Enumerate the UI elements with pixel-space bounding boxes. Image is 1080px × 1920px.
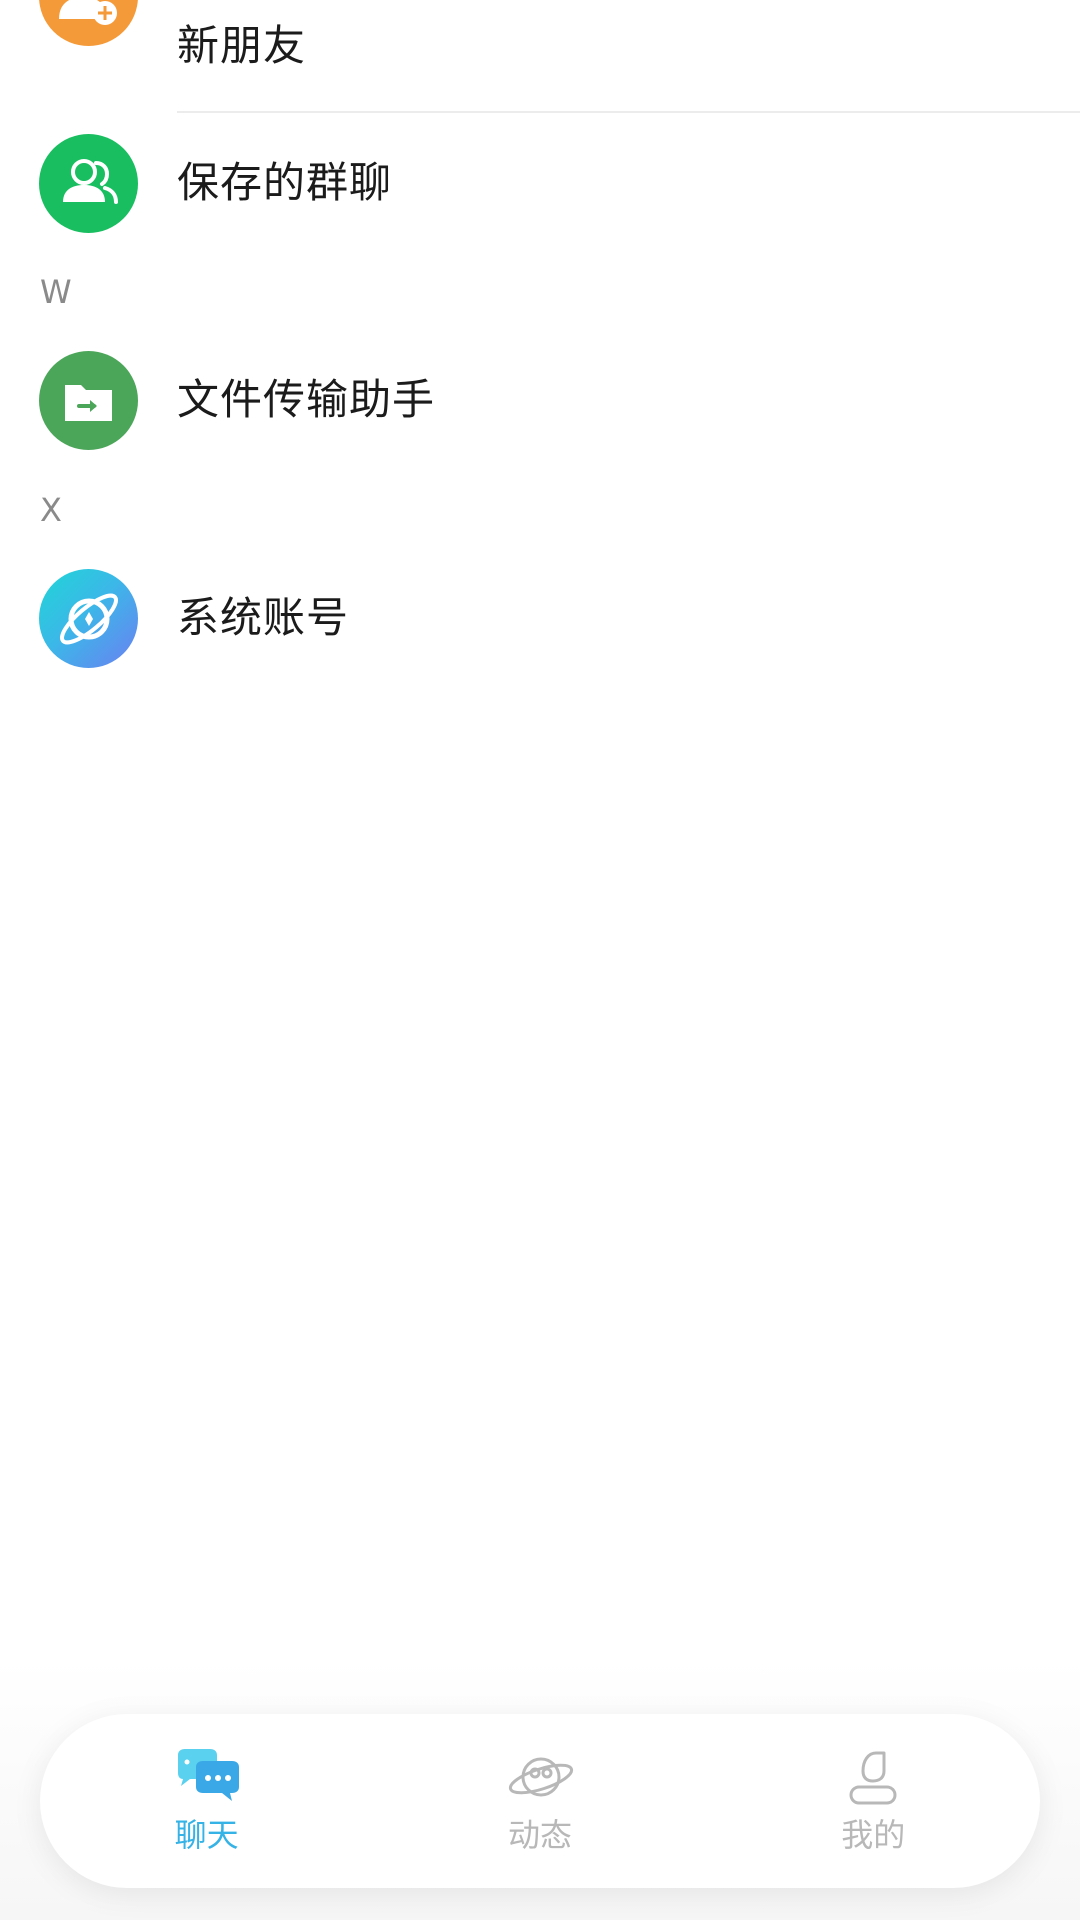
- contact-item-file-transfer[interactable]: 文件传输助手: [0, 330, 1080, 475]
- contact-item-system-account[interactable]: 系统账号: [0, 548, 1080, 693]
- contact-item-new-friends[interactable]: 新朋友: [0, 0, 1080, 113]
- tab-label: 动态: [507, 1816, 572, 1854]
- tab-label: 我的: [841, 1816, 906, 1854]
- file-transfer-icon: [39, 351, 138, 450]
- contact-item-saved-groups[interactable]: 保存的群聊: [0, 113, 1080, 258]
- system-account-icon: [39, 569, 138, 668]
- tab-moments[interactable]: 动态: [440, 1747, 640, 1855]
- section-index-letter: W: [40, 273, 72, 311]
- section-index-letter: X: [40, 491, 62, 529]
- chat-bubbles-icon: [177, 1749, 239, 1801]
- tab-profile[interactable]: 我的: [773, 1747, 973, 1855]
- profile-icon: [849, 1751, 897, 1805]
- contact-name: 新朋友: [177, 21, 307, 70]
- planet-icon: [508, 1757, 574, 1797]
- add-friend-icon: [39, 0, 138, 46]
- contact-name: 文件传输助手: [177, 375, 436, 424]
- bottom-tab-bar: 聊天 动态 我的: [40, 1714, 1040, 1888]
- tab-chat[interactable]: 聊天: [107, 1747, 307, 1855]
- tab-label: 聊天: [174, 1816, 239, 1854]
- contact-name: 保存的群聊: [177, 158, 393, 207]
- group-chat-icon: [39, 134, 138, 233]
- contact-name: 系统账号: [177, 593, 350, 642]
